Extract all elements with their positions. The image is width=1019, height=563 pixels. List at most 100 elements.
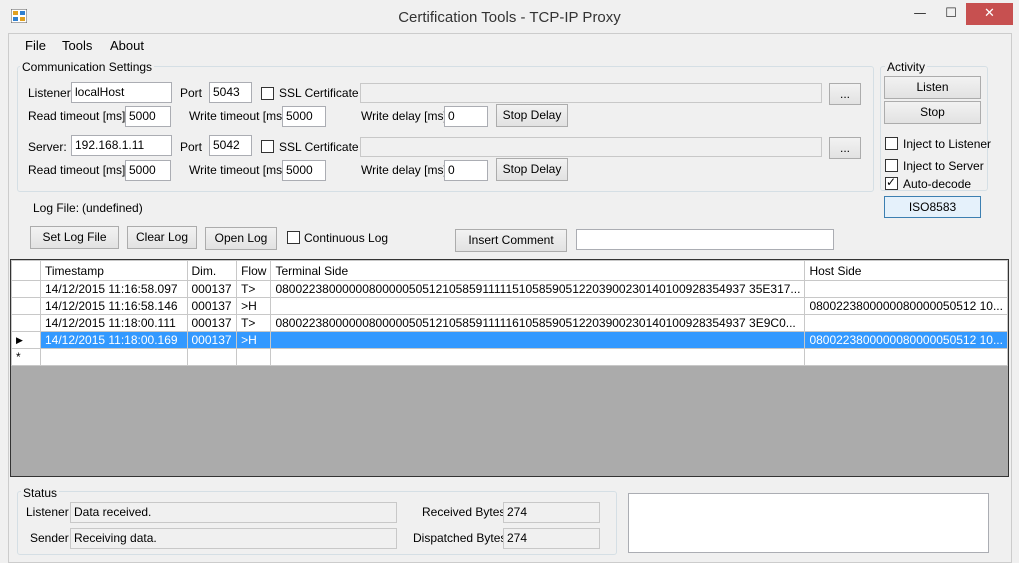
row-marker[interactable] <box>11 314 41 332</box>
cell-terminal-side[interactable] <box>270 331 806 349</box>
listener-label: Listener: <box>28 86 75 100</box>
server-write-timeout-input[interactable]: 5000 <box>282 160 326 181</box>
cell-flow[interactable]: T> <box>236 280 272 298</box>
maximize-button[interactable]: ☐ <box>936 3 966 25</box>
cell-empty[interactable] <box>39 348 188 366</box>
listener-host-input[interactable]: localHost <box>71 82 172 103</box>
open-log-button[interactable]: Open Log <box>205 227 277 250</box>
listener-read-timeout-input[interactable]: 5000 <box>125 106 171 127</box>
listener-browse-button[interactable]: ... <box>829 83 861 105</box>
listener-write-timeout-input[interactable]: 5000 <box>282 106 326 127</box>
cell-timestamp[interactable]: 14/12/2015 11:16:58.097 <box>39 280 188 298</box>
listener-stop-delay-button[interactable]: Stop Delay <box>496 104 568 127</box>
minimize-button[interactable]: — <box>905 3 935 25</box>
status-details-box[interactable] <box>628 493 989 553</box>
clear-log-button[interactable]: Clear Log <box>127 226 197 249</box>
row-marker[interactable] <box>11 297 41 315</box>
menu-about[interactable]: About <box>110 38 144 53</box>
listener-ssl-path-input[interactable] <box>360 83 822 103</box>
inject-server-checkbox[interactable] <box>885 159 898 172</box>
cell-host-side[interactable]: 0800223800000080000050512 10... <box>804 331 1008 349</box>
cell-host-side[interactable] <box>804 280 1008 298</box>
cell-host-side[interactable]: 0800223800000080000050512 10... <box>804 297 1008 315</box>
set-log-file-button[interactable]: Set Log File <box>30 226 119 249</box>
status-legend: Status <box>21 486 60 500</box>
cell-host-side[interactable] <box>804 314 1008 332</box>
close-button[interactable]: ✕ <box>966 3 1013 25</box>
continuous-log-checkbox[interactable] <box>287 231 300 244</box>
status-listener-value: Data received. <box>70 502 397 523</box>
dispatched-bytes-label: Dispatched Bytes: <box>413 531 510 545</box>
listener-write-delay-input[interactable]: 0 <box>444 106 488 127</box>
column-header-host-side[interactable]: Host Side <box>804 260 1008 281</box>
stop-button[interactable]: Stop <box>884 101 981 124</box>
status-sender-value: Receiving data. <box>70 528 397 549</box>
cell-timestamp[interactable]: 14/12/2015 11:18:00.169 <box>39 331 188 349</box>
log-file-label: Log File: <box>33 201 80 215</box>
cell-empty[interactable] <box>270 348 806 366</box>
log-grid[interactable]: Timestamp Dim. Flow Terminal Side Host S… <box>10 259 1009 477</box>
server-host-input[interactable]: 192.168.1.11 <box>71 135 172 156</box>
listener-read-timeout-label: Read timeout [ms]: <box>28 109 129 123</box>
received-bytes-value: 274 <box>503 502 600 523</box>
column-header-flow[interactable]: Flow <box>236 260 272 281</box>
column-header-dim[interactable]: Dim. <box>186 260 238 281</box>
cell-empty[interactable] <box>236 348 272 366</box>
cell-dim[interactable]: 000137 <box>186 314 238 332</box>
comment-input[interactable] <box>576 229 834 250</box>
menu-file[interactable]: File <box>25 38 46 53</box>
server-port-label: Port <box>180 140 203 154</box>
server-write-delay-input[interactable]: 0 <box>444 160 488 181</box>
row-marker[interactable] <box>11 280 41 298</box>
listener-ssl-checkbox[interactable] <box>261 87 274 100</box>
cell-timestamp[interactable]: 14/12/2015 11:18:00.111 <box>39 314 188 332</box>
cell-empty[interactable] <box>804 348 1008 366</box>
cell-timestamp[interactable]: 14/12/2015 11:16:58.146 <box>39 297 188 315</box>
cell-empty[interactable] <box>186 348 238 366</box>
listener-port-label: Port <box>180 86 203 100</box>
listener-write-delay-label: Write delay [ms]: <box>361 109 451 123</box>
new-row-icon[interactable]: * <box>11 348 41 366</box>
column-header-timestamp[interactable]: Timestamp <box>39 260 188 281</box>
auto-decode-label: Auto-decode <box>903 177 972 191</box>
row-header-corner <box>11 260 41 281</box>
server-browse-button[interactable]: ... <box>829 137 861 159</box>
server-label: Server: <box>28 140 67 154</box>
log-file-value: (undefined) <box>82 201 143 215</box>
server-stop-delay-button[interactable]: Stop Delay <box>496 158 568 181</box>
cell-terminal-side[interactable] <box>270 297 806 315</box>
table-row-new[interactable]: * <box>11 348 1008 366</box>
insert-comment-button[interactable]: Insert Comment <box>455 229 567 252</box>
dispatched-bytes-value: 274 <box>503 528 600 549</box>
status-sender-label: Sender <box>30 531 69 545</box>
menu-tools[interactable]: Tools <box>62 38 92 53</box>
listener-ssl-label: SSL Certificate <box>279 86 359 100</box>
inject-listener-checkbox[interactable] <box>885 137 898 150</box>
iso8583-button[interactable]: ISO8583 <box>884 196 981 218</box>
cell-dim[interactable]: 000137 <box>186 331 238 349</box>
table-row-selected[interactable]: ▶ 14/12/2015 11:18:00.169 000137 >H 0800… <box>11 331 1008 349</box>
cell-flow[interactable]: >H <box>236 297 272 315</box>
current-row-indicator-icon[interactable]: ▶ <box>11 331 41 349</box>
server-port-input[interactable]: 5042 <box>209 135 252 156</box>
listen-button[interactable]: Listen <box>884 76 981 99</box>
cell-terminal-side[interactable]: 0800223800000080000050512105859111116105… <box>270 314 806 332</box>
server-ssl-checkbox[interactable] <box>261 140 274 153</box>
listener-port-input[interactable]: 5043 <box>209 82 252 103</box>
cell-flow[interactable]: >H <box>236 331 272 349</box>
column-header-terminal-side[interactable]: Terminal Side <box>270 260 806 281</box>
activity-legend: Activity <box>885 60 928 74</box>
inject-listener-label: Inject to Listener <box>903 137 992 151</box>
table-row[interactable]: 14/12/2015 11:16:58.097 000137 T> 080022… <box>11 280 1008 298</box>
cell-dim[interactable]: 000137 <box>186 297 238 315</box>
cell-terminal-side[interactable]: 0800223800000080000050512105859111115105… <box>270 280 806 298</box>
server-write-delay-label: Write delay [ms]: <box>361 163 451 177</box>
table-row[interactable]: 14/12/2015 11:18:00.111 000137 T> 080022… <box>11 314 1008 332</box>
server-ssl-path-input[interactable] <box>360 137 822 157</box>
cell-flow[interactable]: T> <box>236 314 272 332</box>
server-read-timeout-label: Read timeout [ms]: <box>28 163 129 177</box>
table-row[interactable]: 14/12/2015 11:16:58.146 000137 >H 080022… <box>11 297 1008 315</box>
server-read-timeout-input[interactable]: 5000 <box>125 160 171 181</box>
auto-decode-checkbox[interactable] <box>885 175 898 190</box>
cell-dim[interactable]: 000137 <box>186 280 238 298</box>
